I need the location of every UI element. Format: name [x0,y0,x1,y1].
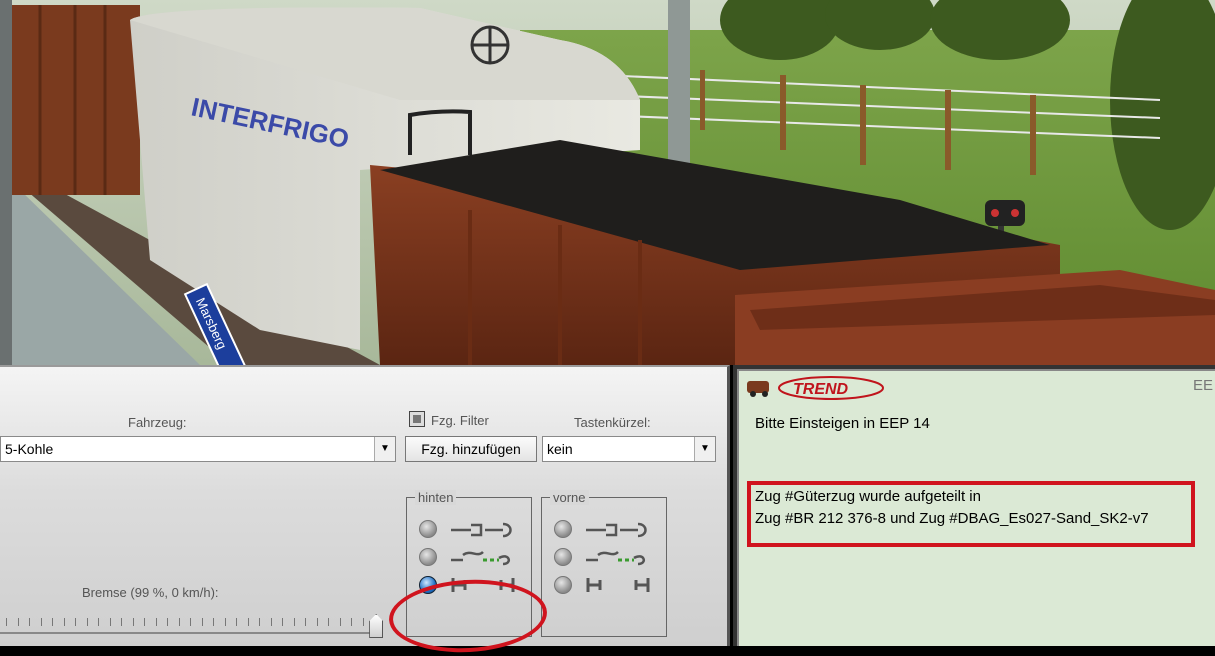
brake-slider-ticks [0,618,380,628]
coupling-rear-title: hinten [415,490,457,505]
slider-tick [167,618,168,626]
chevron-down-icon[interactable]: ▼ [694,437,715,461]
shortcut-select-value: kein [547,441,573,457]
front-coupling-option-connect[interactable] [554,518,664,542]
railway-scene: INTERFRIGO Marsberg [0,0,1215,365]
slider-tick [236,618,237,626]
slider-tick [144,618,145,626]
front-coupling-option-release[interactable] [554,574,664,598]
coupler-auto-icon [451,550,511,566]
message-log-area: TREND EE Bitte Einsteigen in EEP 14 Zug … [737,369,1215,646]
radio-button[interactable] [419,548,437,566]
slider-tick [17,618,19,626]
shortcut-label: Tastenkürzel: [574,415,651,430]
brake-label: Bremse (99 %, 0 km/h): [82,585,219,600]
slider-tick [75,618,76,626]
filter-label: Fzg. Filter [431,413,489,428]
slider-tick [178,618,180,626]
coupling-front-group: vorne [541,490,667,637]
slider-tick [121,618,122,626]
slider-tick [362,618,364,626]
corner-label: EE [1192,377,1213,394]
rear-coupling-option-connect[interactable] [419,518,529,542]
slider-tick [29,618,30,626]
slider-tick [132,618,134,626]
slider-tick [316,618,318,626]
slider-tick [155,618,157,626]
shortcut-select[interactable]: kein ▼ [542,436,716,462]
slider-tick [190,618,191,626]
radio-button[interactable] [554,548,572,566]
buffers-separated-icon [586,578,650,592]
vehicle-select[interactable]: 5-Kohle ▼ [0,436,396,462]
vehicle-select-value: 5-Kohle [5,441,54,457]
fahrzeug-label: Fahrzeug: [128,415,187,430]
slider-tick [224,618,226,626]
filter-checkbox[interactable] [409,411,425,427]
highlight-annotation-box [747,481,1195,547]
slider-tick [213,618,214,626]
svg-text:TREND: TREND [793,381,849,398]
slider-tick [201,618,203,626]
slider-tick [63,618,65,626]
add-vehicle-button[interactable]: Fzg. hinzufügen [405,436,537,462]
slider-tick [270,618,272,626]
coupler-auto-icon [586,550,646,566]
vehicle-control-panel: Fahrzeug: 5-Kohle ▼ Fzg. Filter Fzg. hin… [0,365,730,646]
coupler-closed-icon [451,522,512,538]
rear-coupling-option-auto[interactable] [419,546,529,570]
wagon-emblem [470,25,510,65]
brake-slider-track[interactable] [0,632,380,634]
slider-tick [109,618,111,626]
3d-viewport[interactable]: INTERFRIGO Marsberg [0,0,1215,365]
radio-button[interactable] [554,576,572,594]
brand-header: TREND EE [739,371,1215,401]
slider-tick [247,618,249,626]
slider-tick [339,618,341,626]
slider-tick [6,618,7,626]
trend-logo: TREND [747,376,884,400]
slider-tick [52,618,53,626]
chevron-down-icon[interactable]: ▼ [374,437,395,461]
coupling-front-title: vorne [550,490,589,505]
radio-button[interactable] [554,520,572,538]
slider-tick [98,618,99,626]
slider-tick [351,618,352,626]
slider-tick [305,618,306,626]
slider-tick [86,618,88,626]
welcome-message: Bitte Einsteigen in EEP 14 [755,415,930,432]
slider-tick [293,618,295,626]
coupler-closed-icon [586,522,647,538]
slider-tick [259,618,260,626]
front-coupling-option-auto[interactable] [554,546,664,570]
message-log-panel: TREND EE Bitte Einsteigen in EEP 14 Zug … [733,365,1215,646]
slider-tick [328,618,329,626]
slider-tick [282,618,283,626]
radio-button[interactable] [419,520,437,538]
slider-tick [40,618,42,626]
